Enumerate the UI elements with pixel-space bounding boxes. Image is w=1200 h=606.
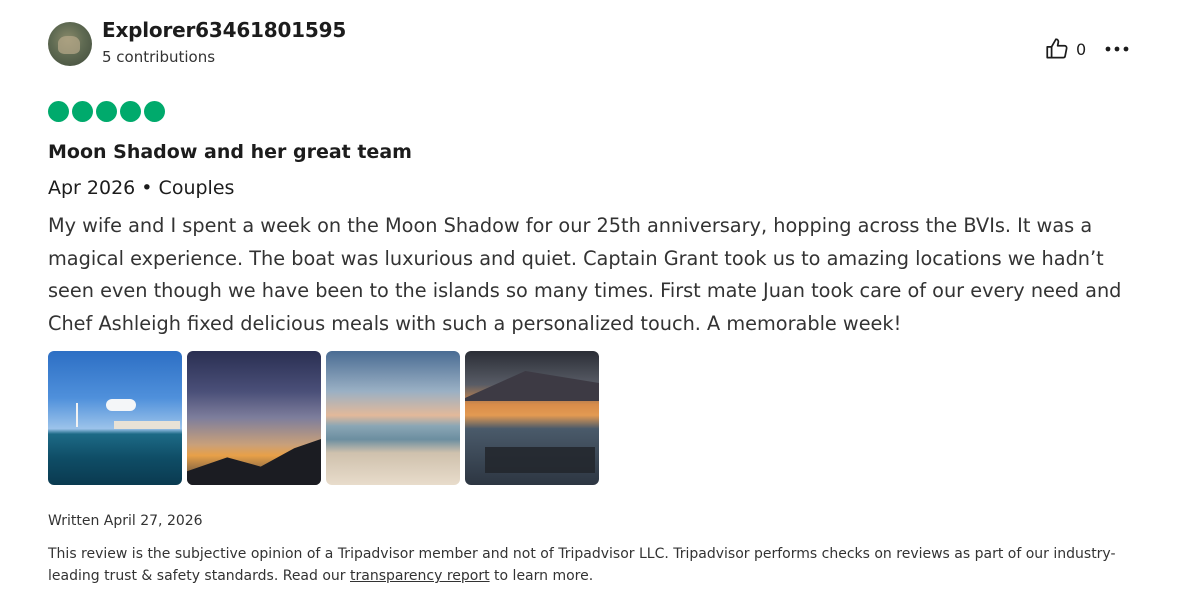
review-title[interactable]: Moon Shadow and her great team [48, 141, 412, 163]
helpful-count: 0 [1076, 39, 1087, 59]
helpful-vote-button[interactable]: 0 [1044, 36, 1086, 62]
rating-bubbles [48, 101, 165, 122]
review-body: My wife and I spent a week on the Moon S… [48, 214, 1122, 335]
rating-bubble [144, 101, 165, 122]
thumbs-up-icon [1046, 38, 1068, 59]
review-photo[interactable] [187, 351, 321, 485]
rating-bubble [120, 101, 141, 122]
contributions-count: 5 contributions [102, 48, 216, 66]
avatar[interactable] [48, 22, 92, 66]
rating-bubble [72, 101, 93, 122]
more-options-icon[interactable] [1104, 36, 1130, 62]
review-photo[interactable] [48, 351, 182, 485]
reviewer-name[interactable]: Explorer63461801595 [102, 18, 346, 42]
rating-bubble [96, 101, 117, 122]
review-photo[interactable] [326, 351, 460, 485]
review-disclaimer: This review is the subjective opinion of… [48, 543, 1148, 587]
transparency-report-link[interactable]: transparency report [350, 568, 490, 584]
review-meta: Apr 2026 • Couples [48, 177, 235, 199]
review-photos [48, 351, 599, 485]
written-date: Written April 27, 2026 [48, 513, 203, 529]
disclaimer-text-end: to learn more. [489, 568, 594, 584]
review-photo[interactable] [465, 351, 599, 485]
rating-bubble [48, 101, 69, 122]
